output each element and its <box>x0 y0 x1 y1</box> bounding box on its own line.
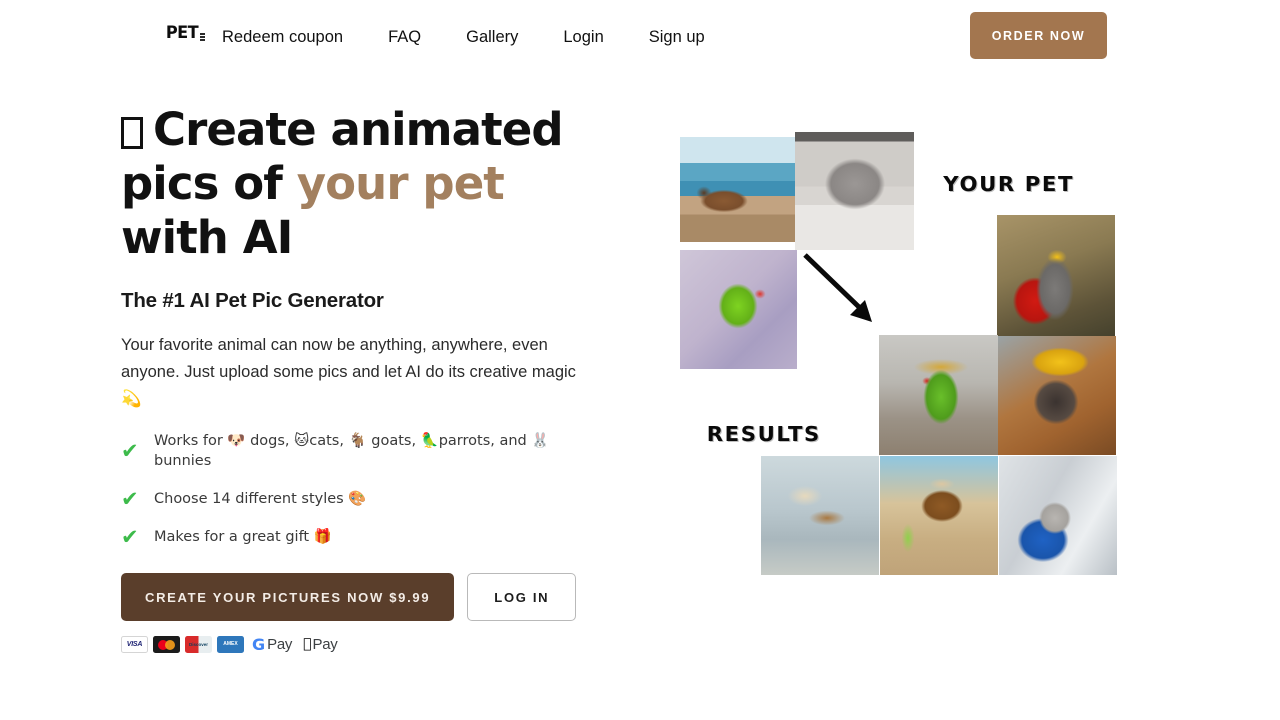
label-results: RESULTS <box>706 422 821 446</box>
label-your-pet: YOUR PET <box>943 172 1075 196</box>
site-header: PET Redeem coupon FAQ Gallery Login Sign… <box>0 0 1280 72</box>
create-pictures-button[interactable]: CREATE YOUR PICTURES NOW $9.99 <box>121 573 455 621</box>
feature-text: Works for 🐶 dogs, 🐱cats, 🐐 goats, 🦜parro… <box>154 433 550 469</box>
page-title: Create animated pics of your pet with AI <box>121 103 591 265</box>
google-pay-icon: G Pay <box>252 634 293 654</box>
photo-cat-king <box>997 215 1115 339</box>
main-navigation: Redeem coupon FAQ Gallery Login Sign up <box>222 24 705 50</box>
login-button[interactable]: LOG IN <box>467 573 577 621</box>
logo-text: PET <box>165 23 199 43</box>
nav-link-gallery[interactable]: Gallery <box>466 24 518 50</box>
feature-text: Choose 14 different styles 🎨 <box>154 491 367 507</box>
missing-glyph-icon <box>121 117 143 149</box>
photo-dog-flying <box>761 456 879 575</box>
photo-gray-cat <box>795 132 914 250</box>
logo-dots-icon <box>199 33 205 42</box>
feature-list: ✔ Works for 🐶 dogs, 🐱cats, 🐐 goats, 🦜par… <box>121 431 591 549</box>
nav-link-signup[interactable]: Sign up <box>649 24 705 50</box>
feature-text: Makes for a great gift 🎁 <box>154 529 332 545</box>
photo-parrot-king <box>879 335 998 455</box>
pet-transformation-collage: YOUR PET RESULTS <box>660 120 1140 600</box>
photo-dog-beach-hat <box>880 456 998 575</box>
nav-link-redeem-coupon[interactable]: Redeem coupon <box>222 24 343 50</box>
title-accent: your pet <box>296 157 505 210</box>
apple-mark:  <box>303 637 311 652</box>
hero-description: Your favorite animal can now be anything… <box>121 336 576 408</box>
check-icon: ✔ <box>121 439 139 463</box>
google-pay-label: Pay <box>267 635 293 653</box>
google-g-mark: G <box>252 634 266 654</box>
list-item: ✔ Works for 🐶 dogs, 🐱cats, 🐐 goats, 🦜par… <box>121 431 591 471</box>
nav-link-faq[interactable]: FAQ <box>388 24 421 50</box>
apple-pay-icon:  Pay <box>303 635 338 653</box>
hero-subtitle: The #1 AI Pet Pic Generator <box>121 289 384 312</box>
amex-icon: AMEX <box>217 636 244 653</box>
list-item: ✔ Makes for a great gift 🎁 <box>121 525 591 549</box>
hero-content: Create animated pics of your pet with AI… <box>121 103 591 653</box>
order-now-button[interactable]: ORDER NOW <box>970 12 1107 59</box>
mastercard-icon <box>153 636 180 653</box>
payment-methods: VISA Discover AMEX G Pay  Pay <box>121 636 591 653</box>
nav-link-login[interactable]: Login <box>563 24 603 50</box>
discover-icon: Discover <box>185 636 212 653</box>
photo-green-parrot <box>680 250 797 369</box>
check-icon: ✔ <box>121 525 139 549</box>
visa-icon: VISA <box>121 636 148 653</box>
arrow-down-right-icon <box>803 253 872 322</box>
list-item: ✔ Choose 14 different styles 🎨 <box>121 487 591 511</box>
apple-pay-label: Pay <box>304 635 338 653</box>
cta-row: CREATE YOUR PICTURES NOW $9.99 LOG IN <box>121 573 591 621</box>
check-icon: ✔ <box>121 487 139 511</box>
photo-cat-astronaut <box>999 456 1117 575</box>
title-part-2: with AI <box>121 211 293 264</box>
landing-page: PET Redeem coupon FAQ Gallery Login Sign… <box>0 0 1280 720</box>
photo-dog-beret <box>998 336 1116 455</box>
photo-dog-on-beach <box>680 137 798 242</box>
site-logo[interactable]: PET <box>165 25 205 42</box>
